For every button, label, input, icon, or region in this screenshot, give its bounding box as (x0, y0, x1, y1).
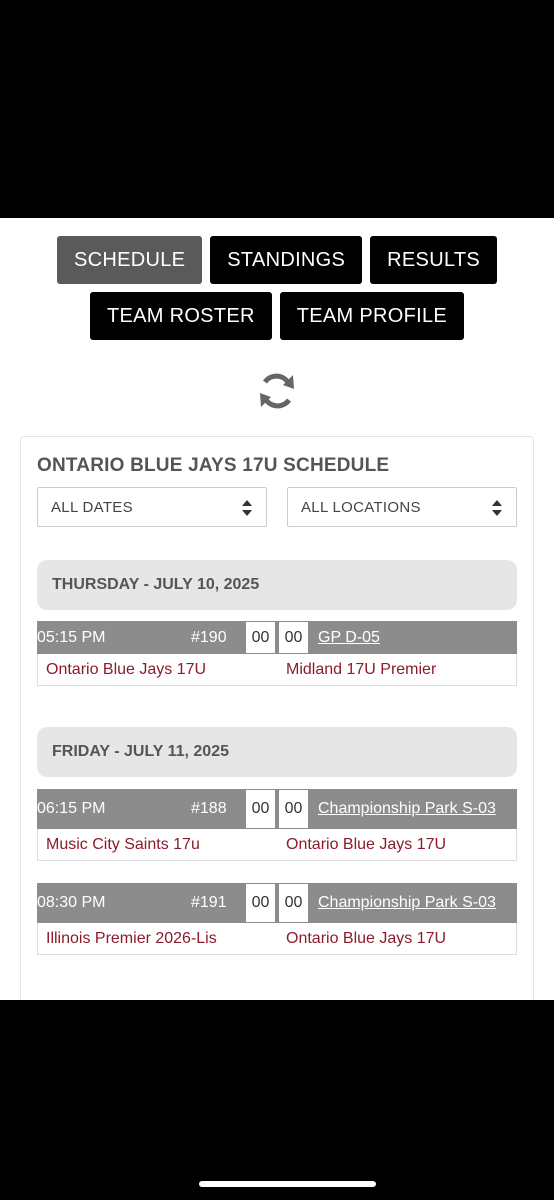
home-score: 00 (245, 789, 276, 829)
game-location-link[interactable]: Championship Park S-03 (318, 883, 514, 923)
game-number: #188 (191, 800, 227, 817)
tab-standings[interactable]: STANDINGS (210, 236, 363, 284)
locations-filter-value: ALL LOCATIONS (301, 498, 421, 516)
panel-title: ONTARIO BLUE JAYS 17U SCHEDULE (37, 455, 390, 476)
home-score: 00 (245, 621, 276, 654)
game-row: 05:15 PM #190 00 00 GP D-05 Ontario Blue… (37, 621, 517, 686)
game-location-link[interactable]: GP D-05 (318, 621, 514, 654)
game-time: 05:15 PM (37, 628, 106, 646)
away-score: 00 (278, 621, 309, 654)
tab-schedule[interactable]: SCHEDULE (56, 236, 203, 284)
refresh-button[interactable] (0, 370, 554, 412)
game-teams: Illinois Premier 2026-Lis Ontario Blue J… (37, 923, 517, 955)
dates-filter-value: ALL DATES (51, 498, 133, 516)
refresh-icon (260, 373, 294, 409)
tab-results[interactable]: RESULTS (370, 236, 498, 284)
away-score: 00 (278, 883, 309, 923)
game-row: 06:15 PM #188 00 00 Championship Park S-… (37, 789, 517, 861)
game-info-bar: 05:15 PM #190 00 00 GP D-05 (37, 621, 517, 654)
select-arrows-icon (492, 500, 502, 516)
game-row: 08:30 PM #191 00 00 Championship Park S-… (37, 883, 517, 955)
home-indicator[interactable] (199, 1181, 376, 1187)
select-arrows-icon (242, 500, 252, 516)
game-number: #190 (191, 628, 227, 646)
home-team-link[interactable]: Illinois Premier 2026-Lis (46, 923, 217, 954)
day-header: THURSDAY - JULY 10, 2025 (37, 560, 517, 610)
tab-team-profile[interactable]: TEAM PROFILE (279, 292, 465, 340)
tab-team-roster[interactable]: TEAM ROSTER (89, 292, 272, 340)
game-info-bar: 08:30 PM #191 00 00 Championship Park S-… (37, 883, 517, 923)
away-team-link[interactable]: Ontario Blue Jays 17U (286, 829, 446, 860)
schedule-page: SCHEDULE STANDINGS RESULTS TEAM ROSTER T… (0, 218, 554, 1000)
day-header: FRIDAY - JULY 11, 2025 (37, 727, 517, 777)
home-score: 00 (245, 883, 276, 923)
away-team-link[interactable]: Midland 17U Premier (286, 654, 436, 685)
game-info-bar: 06:15 PM #188 00 00 Championship Park S-… (37, 789, 517, 829)
nav-row-1: SCHEDULE STANDINGS RESULTS (0, 236, 554, 284)
home-team-link[interactable]: Ontario Blue Jays 17U (46, 654, 206, 685)
away-score: 00 (278, 789, 309, 829)
home-team-link[interactable]: Music City Saints 17u (46, 829, 200, 860)
game-teams: Ontario Blue Jays 17U Midland 17U Premie… (37, 654, 517, 686)
locations-filter-select[interactable]: ALL LOCATIONS (287, 487, 517, 527)
game-time: 08:30 PM (37, 894, 106, 911)
game-teams: Music City Saints 17u Ontario Blue Jays … (37, 829, 517, 861)
game-location-link[interactable]: Championship Park S-03 (318, 789, 514, 829)
game-time: 06:15 PM (37, 800, 106, 817)
game-number: #191 (191, 894, 227, 911)
dates-filter-select[interactable]: ALL DATES (37, 487, 267, 527)
away-team-link[interactable]: Ontario Blue Jays 17U (286, 923, 446, 954)
nav-row-2: TEAM ROSTER TEAM PROFILE (0, 292, 554, 340)
schedule-panel: ONTARIO BLUE JAYS 17U SCHEDULE ALL DATES… (20, 436, 534, 1000)
